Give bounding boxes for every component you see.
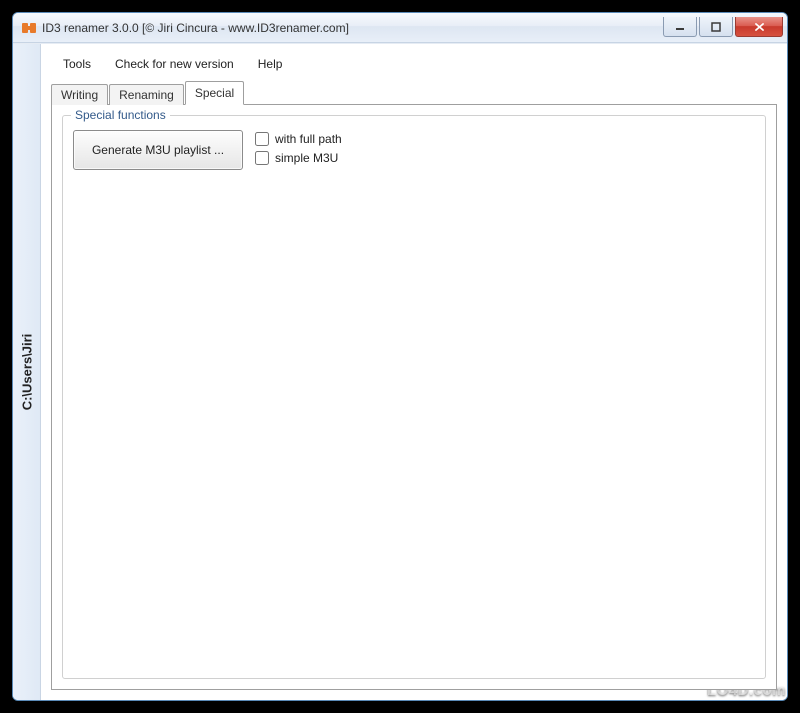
- path-sidebar[interactable]: C:\Users\Jiri: [13, 44, 41, 700]
- check-full-path[interactable]: [255, 132, 269, 146]
- check-simple-m3u[interactable]: [255, 151, 269, 165]
- window-controls: [663, 18, 785, 37]
- menu-check-version[interactable]: Check for new version: [103, 54, 246, 74]
- check-simple-m3u-label[interactable]: simple M3U: [275, 151, 338, 165]
- app-icon: [21, 20, 37, 36]
- menu-help[interactable]: Help: [246, 54, 295, 74]
- group-row: Generate M3U playlist ... with full path…: [73, 130, 755, 170]
- window-body: C:\Users\Jiri Tools Check for new versio…: [13, 43, 787, 700]
- path-text: C:\Users\Jiri: [19, 334, 34, 411]
- check-simple-m3u-row: simple M3U: [255, 151, 342, 165]
- menubar: Tools Check for new version Help: [51, 52, 777, 80]
- generate-m3u-button[interactable]: Generate M3U playlist ...: [73, 130, 243, 170]
- check-full-path-row: with full path: [255, 132, 342, 146]
- group-legend: Special functions: [71, 108, 170, 122]
- tab-renaming[interactable]: Renaming: [109, 84, 184, 105]
- tabstrip: Writing Renaming Special: [51, 80, 777, 104]
- maximize-button[interactable]: [699, 17, 733, 37]
- tab-special[interactable]: Special: [185, 81, 244, 105]
- main-panel: Tools Check for new version Help Writing…: [41, 44, 787, 700]
- check-full-path-label[interactable]: with full path: [275, 132, 342, 146]
- window-title: ID3 renamer 3.0.0 [© Jiri Cincura - www.…: [42, 21, 663, 35]
- checkbox-column: with full path simple M3U: [255, 130, 342, 165]
- app-window: ID3 renamer 3.0.0 [© Jiri Cincura - www.…: [12, 12, 788, 701]
- tab-writing[interactable]: Writing: [51, 84, 108, 105]
- tab-panel-special: Special functions Generate M3U playlist …: [51, 104, 777, 690]
- menu-tools[interactable]: Tools: [51, 54, 103, 74]
- titlebar[interactable]: ID3 renamer 3.0.0 [© Jiri Cincura - www.…: [13, 13, 787, 43]
- special-functions-group: Special functions Generate M3U playlist …: [62, 115, 766, 679]
- close-button[interactable]: [735, 17, 783, 37]
- minimize-button[interactable]: [663, 17, 697, 37]
